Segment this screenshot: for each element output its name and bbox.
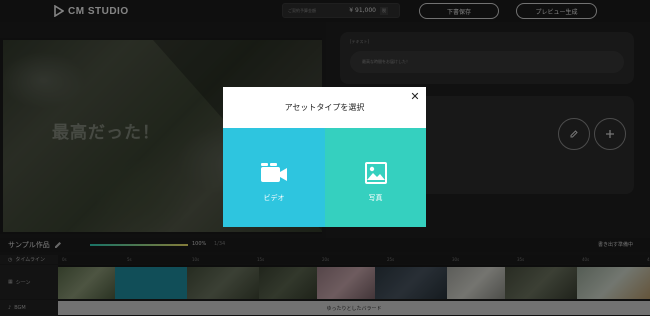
video-option-label: ビデオ bbox=[263, 193, 285, 202]
dialog-title: アセットタイプを選択 bbox=[284, 103, 365, 112]
video-camera-icon bbox=[261, 162, 287, 182]
close-icon[interactable]: ✕ bbox=[409, 90, 421, 102]
photo-option-button[interactable]: 写真 bbox=[325, 128, 426, 227]
video-option-button[interactable]: ビデオ bbox=[223, 128, 325, 227]
image-icon bbox=[364, 161, 387, 184]
photo-option-label: 写真 bbox=[368, 193, 383, 202]
app-window: CM STUDIO ご契約予算金額 ¥ 91,000 税 下書保存 プレビュー生… bbox=[0, 0, 650, 316]
asset-type-dialog: アセットタイプを選択 ✕ ビデオ 写真 bbox=[223, 87, 426, 227]
